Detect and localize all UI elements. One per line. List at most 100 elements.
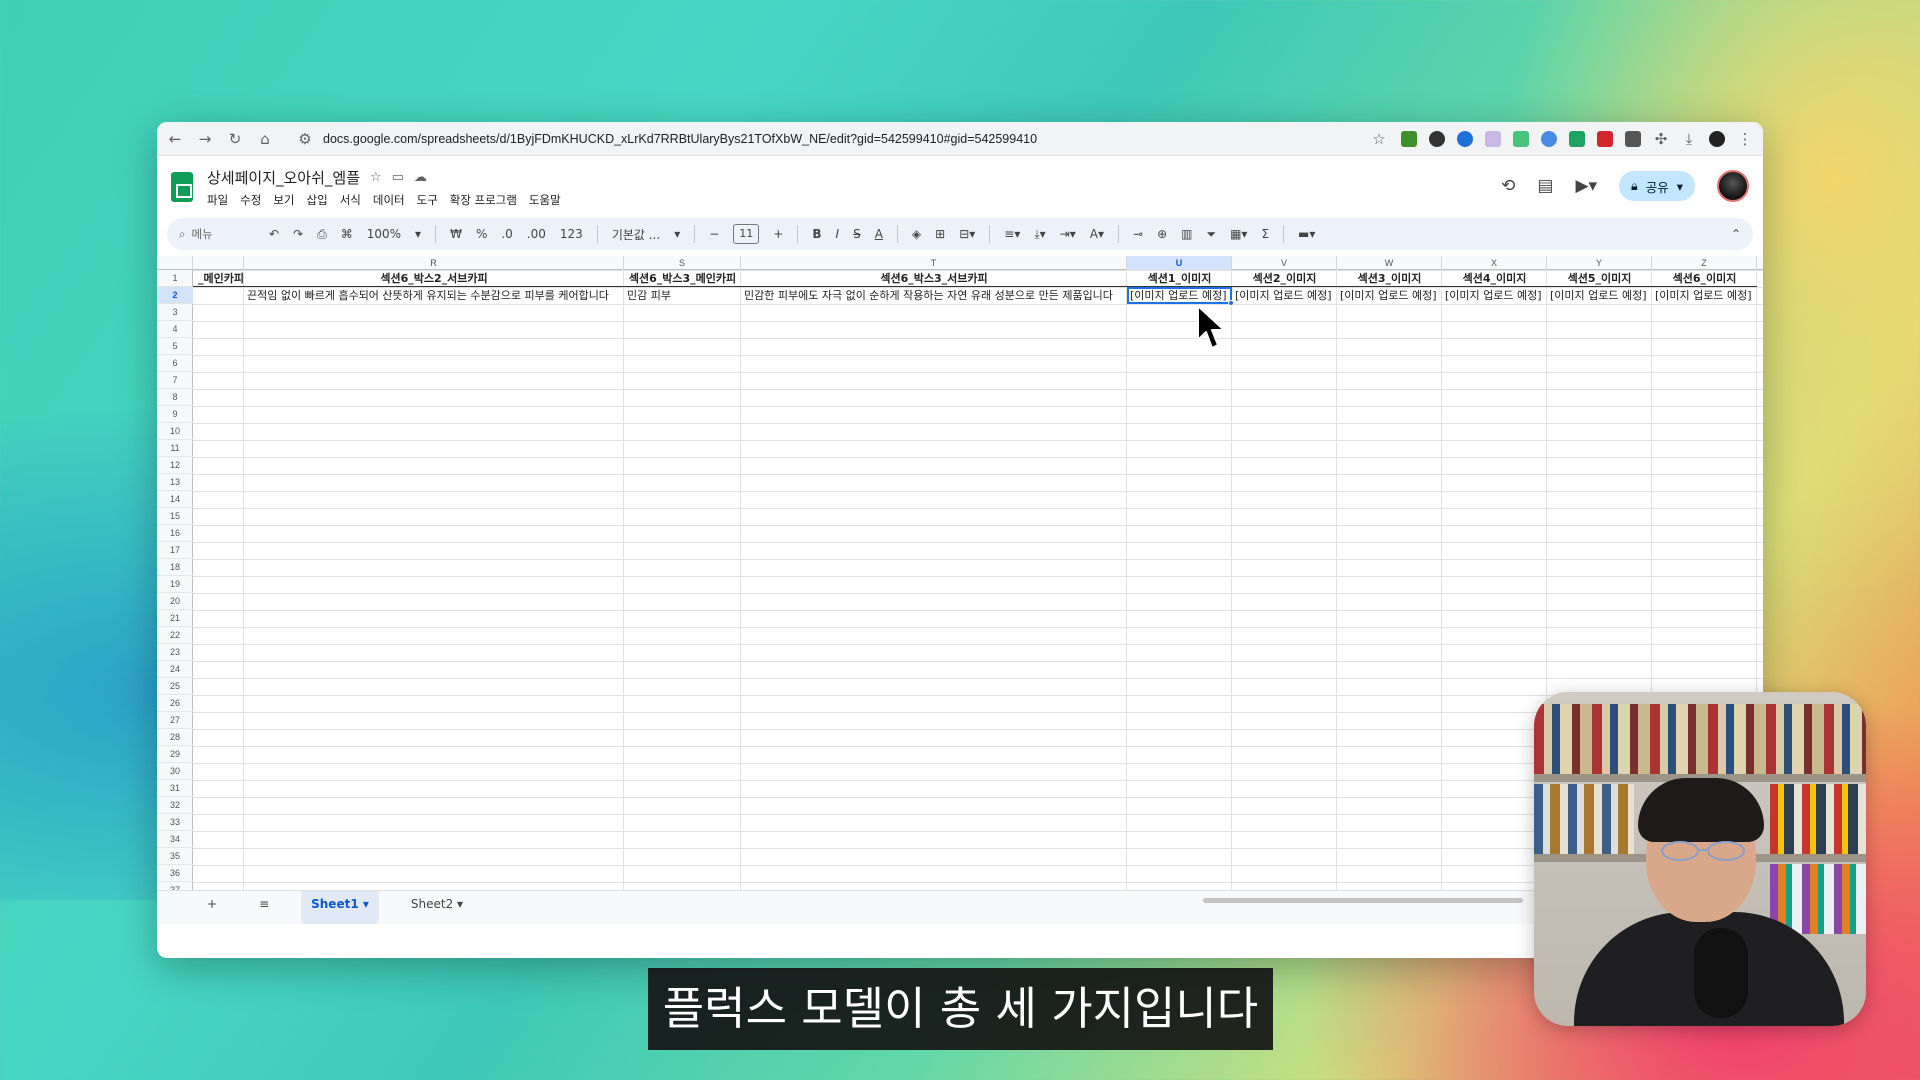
row-header[interactable]: 22 xyxy=(157,627,193,644)
chevron-down-icon[interactable]: ▾ xyxy=(415,227,421,241)
row-header[interactable]: 4 xyxy=(157,321,193,338)
row-header[interactable]: 26 xyxy=(157,695,193,712)
row-header[interactable]: 5 xyxy=(157,338,193,355)
header-cell[interactable]: _메인카피 xyxy=(193,270,244,287)
add-sheet-button[interactable]: + xyxy=(197,891,227,924)
extension-icon[interactable] xyxy=(1429,130,1445,147)
row-header[interactable]: 36 xyxy=(157,865,193,882)
extension-icon[interactable] xyxy=(1569,130,1585,147)
chevron-down-icon[interactable]: ▾ xyxy=(1677,179,1683,194)
filter-icon[interactable]: ⏷ xyxy=(1206,227,1216,242)
text-color-button[interactable]: A xyxy=(875,227,883,241)
increase-font-size-icon[interactable]: + xyxy=(773,227,783,241)
row-header[interactable]: 17 xyxy=(157,542,193,559)
extension-icon[interactable] xyxy=(1597,130,1613,147)
row-header[interactable]: 15 xyxy=(157,508,193,525)
column-header-t[interactable]: T xyxy=(741,256,1127,270)
menu-extensions[interactable]: 확장 프로그램 xyxy=(450,192,517,208)
row-header[interactable]: 32 xyxy=(157,797,193,814)
cell-area[interactable]: _메인카피 섹션6_박스2_서브카피 끈적임 없이 빠르게 흡수되어 산뜻하게 유지… xyxy=(193,270,1763,924)
share-button[interactable]: 🔒︎ 공유 ▾ xyxy=(1619,171,1695,201)
input-tools-icon[interactable]: ▬▾ xyxy=(1298,227,1315,241)
number-format-button[interactable]: 123 xyxy=(560,227,583,241)
menu-format[interactable]: 서식 xyxy=(340,192,361,208)
menu-view[interactable]: 보기 xyxy=(273,192,294,208)
functions-icon[interactable]: Σ xyxy=(1261,227,1269,241)
extension-icon[interactable] xyxy=(1513,130,1529,147)
cloud-status-icon[interactable]: ☁ xyxy=(414,170,427,185)
header-cell[interactable]: 섹션4_이미지 xyxy=(1442,270,1547,287)
column-header-q[interactable] xyxy=(193,256,244,270)
browser-menu-icon[interactable]: ⋮ xyxy=(1737,130,1753,148)
row-header[interactable]: 27 xyxy=(157,712,193,729)
header-cell[interactable]: 섹션6_박스2_서브카피 xyxy=(244,270,624,287)
row-header[interactable]: 24 xyxy=(157,661,193,678)
row-header[interactable]: 33 xyxy=(157,814,193,831)
header-cell[interactable]: 섹션2_이미지 xyxy=(1232,270,1337,287)
reload-icon[interactable]: ↻ xyxy=(227,130,243,148)
forward-icon[interactable]: → xyxy=(197,130,213,148)
horizontal-scrollbar[interactable] xyxy=(1203,898,1523,903)
select-all-corner[interactable] xyxy=(157,256,193,270)
row-header[interactable]: 35 xyxy=(157,848,193,865)
header-cell[interactable]: 섹션3_이미지 xyxy=(1337,270,1442,287)
row-header[interactable]: 7 xyxy=(157,372,193,389)
row-header[interactable]: 13 xyxy=(157,474,193,491)
extension-icon[interactable] xyxy=(1625,130,1641,147)
fill-color-icon[interactable]: ◈ xyxy=(912,227,921,241)
column-header-y[interactable]: Y xyxy=(1547,256,1652,270)
column-header-r[interactable]: R xyxy=(244,256,624,270)
font-size-input[interactable]: 11 xyxy=(733,224,760,244)
profile-icon[interactable] xyxy=(1709,130,1725,147)
row-header[interactable]: 20 xyxy=(157,593,193,610)
row-header[interactable]: 31 xyxy=(157,780,193,797)
italic-button[interactable]: I xyxy=(836,227,840,241)
row-header[interactable]: 21 xyxy=(157,610,193,627)
bookmark-star-icon[interactable]: ☆ xyxy=(1371,130,1387,148)
spreadsheet-grid[interactable]: RSTUVWXYZ 1 2 3 4 5 6 7 8 9 10 11 12 13 14 15 16 17 18 19 2… xyxy=(157,256,1763,924)
row-header[interactable]: 25 xyxy=(157,678,193,695)
column-header-x[interactable]: X xyxy=(1442,256,1547,270)
insert-comment-icon[interactable]: ⊕ xyxy=(1157,227,1167,241)
version-history-icon[interactable]: ⟲ xyxy=(1501,176,1515,196)
data-cell[interactable]: [이미지 업로드 예정] xyxy=(1652,287,1757,304)
chevron-down-icon[interactable]: ▾ xyxy=(674,227,680,241)
extension-icon[interactable] xyxy=(1401,130,1417,147)
address-bar[interactable]: ⚙ docs.google.com/spreadsheets/d/1ByjFDm… xyxy=(287,126,1357,152)
star-icon[interactable]: ☆ xyxy=(370,170,382,185)
text-wrap-icon[interactable]: ⇥▾ xyxy=(1060,227,1076,241)
data-cell[interactable]: [이미지 업로드 예정] xyxy=(1232,287,1337,304)
header-cell[interactable]: 섹션6_박스3_메인카피 xyxy=(624,270,741,287)
insert-chart-icon[interactable]: ▥ xyxy=(1181,227,1192,241)
column-header-s[interactable]: S xyxy=(624,256,741,270)
strikethrough-button[interactable]: S xyxy=(853,227,861,241)
move-folder-icon[interactable]: ▭ xyxy=(392,170,404,185)
currency-format-button[interactable]: ₩ xyxy=(450,227,462,241)
comments-icon[interactable]: ▤ xyxy=(1537,176,1553,196)
align-left-icon[interactable]: ≡▾ xyxy=(1004,227,1020,241)
site-info-icon[interactable]: ⚙ xyxy=(297,130,313,148)
back-icon[interactable]: ← xyxy=(167,130,183,148)
zoom-select[interactable]: 100% xyxy=(367,227,401,241)
bold-button[interactable]: B xyxy=(812,227,821,241)
paint-format-icon[interactable]: ⌘ xyxy=(341,227,353,241)
redo-icon[interactable]: ↷ xyxy=(293,227,303,241)
print-icon[interactable]: ⎙ xyxy=(317,227,327,242)
column-header-z[interactable]: Z xyxy=(1652,256,1757,270)
column-header-w[interactable]: W xyxy=(1337,256,1442,270)
decrease-decimal-button[interactable]: .0 xyxy=(501,227,512,241)
extension-icon[interactable] xyxy=(1541,130,1557,147)
extension-icon[interactable] xyxy=(1457,130,1473,147)
row-header[interactable]: 10 xyxy=(157,423,193,440)
row-header[interactable]: 34 xyxy=(157,831,193,848)
row-header[interactable]: 3 xyxy=(157,304,193,321)
percent-format-button[interactable]: % xyxy=(476,227,487,241)
collapse-toolbar-icon[interactable]: ⌃ xyxy=(1731,227,1741,241)
row-header[interactable]: 2 xyxy=(157,287,193,304)
sheet-tab-sheet2[interactable]: Sheet2 ▾ xyxy=(401,891,473,924)
row-header[interactable]: 29 xyxy=(157,746,193,763)
meet-icon[interactable]: ▶▾ xyxy=(1575,176,1597,196)
filter-views-icon[interactable]: ▦▾ xyxy=(1230,227,1247,241)
row-header[interactable]: 6 xyxy=(157,355,193,372)
active-cell[interactable]: [이미지 업로드 예정] xyxy=(1127,287,1232,304)
